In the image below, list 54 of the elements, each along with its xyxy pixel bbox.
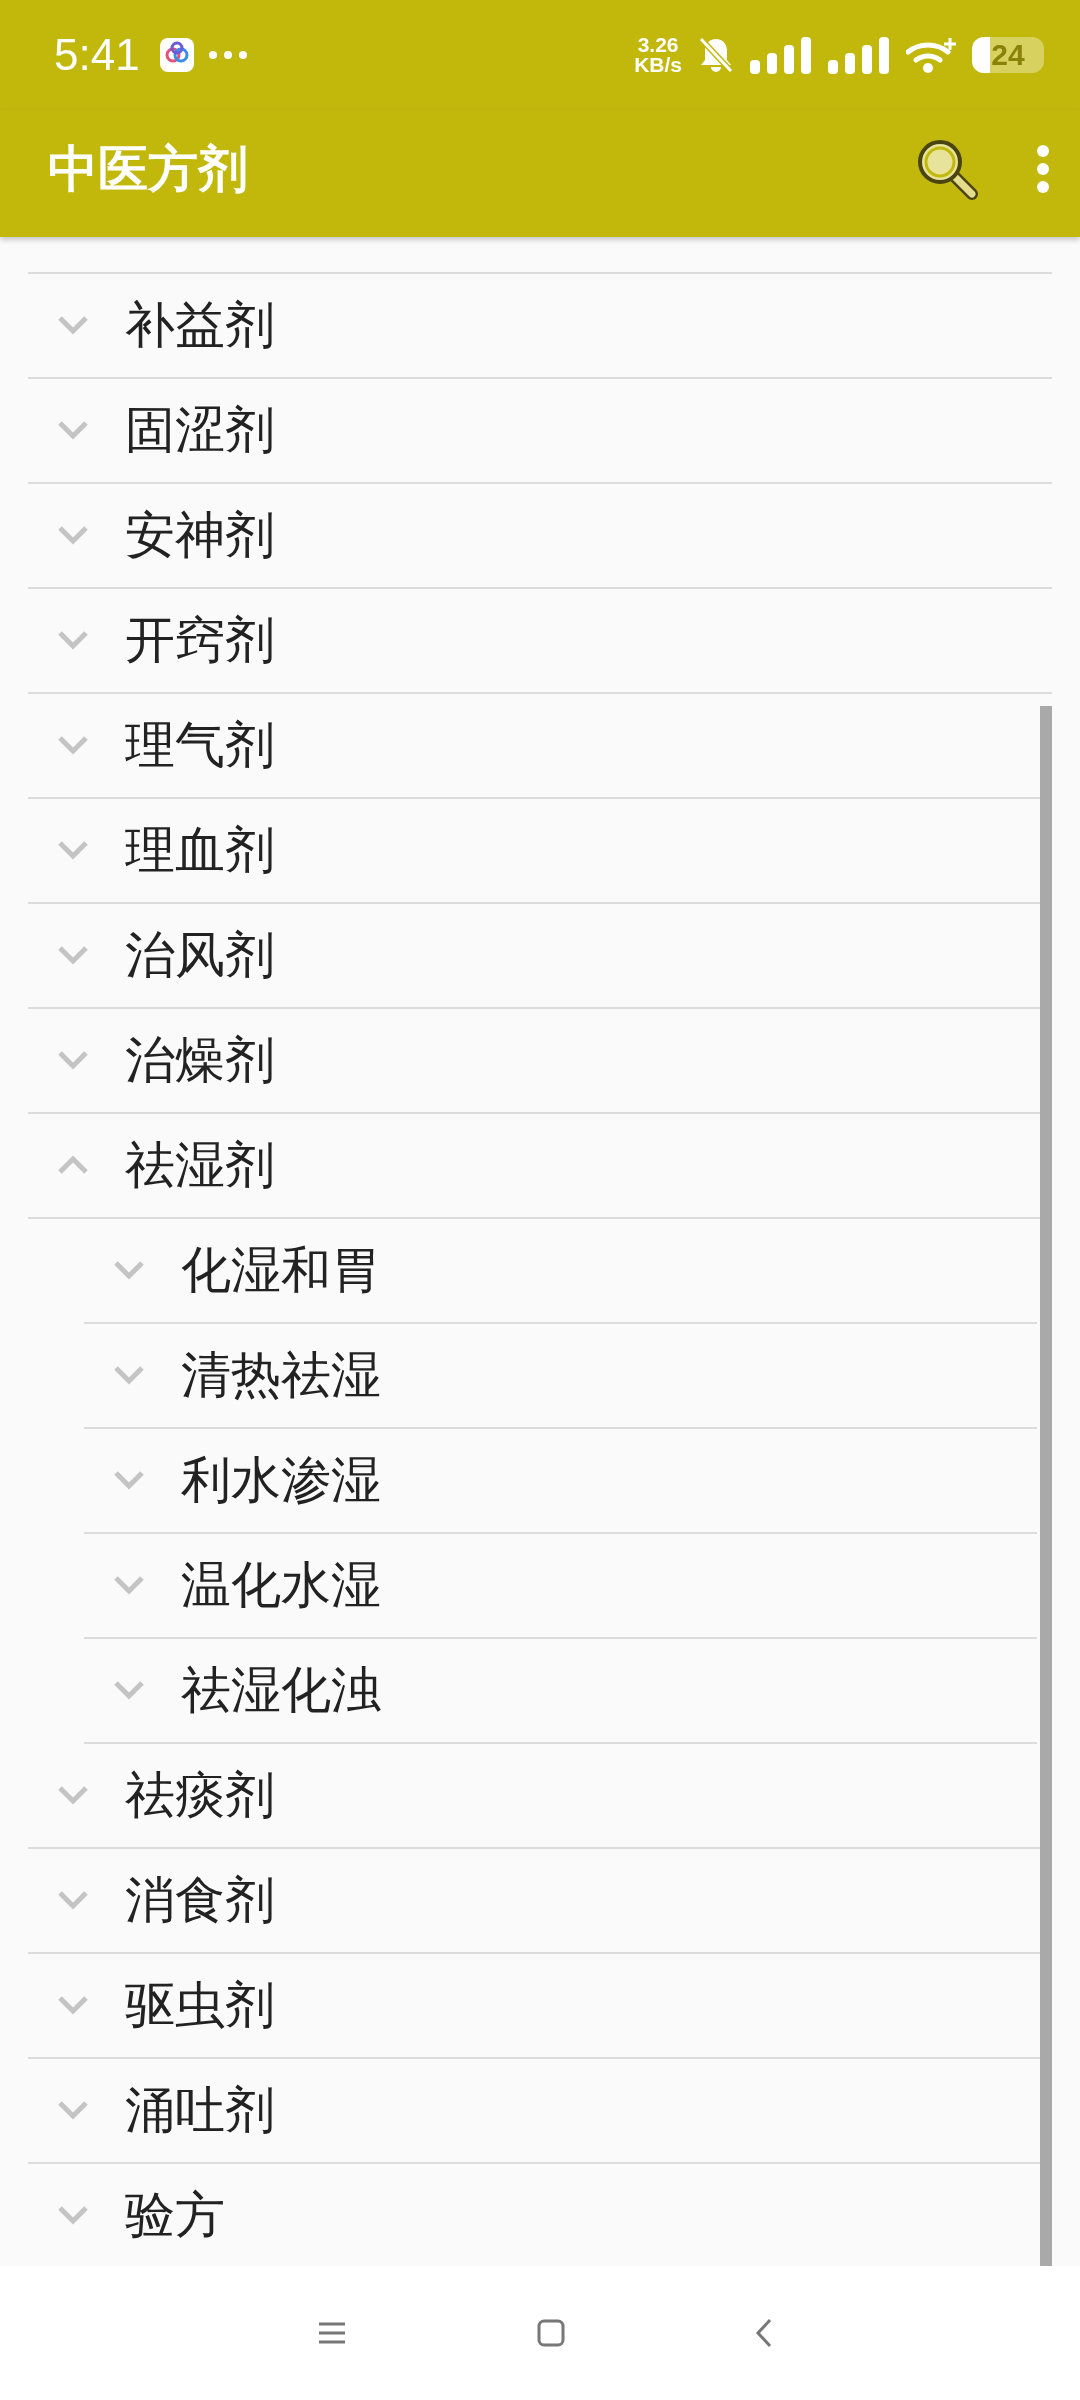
category-label[interactable]: 祛湿剂 bbox=[125, 1131, 275, 1199]
chevron-up-icon[interactable] bbox=[57, 1155, 89, 1176]
subcategory-label[interactable]: 温化水湿 bbox=[181, 1551, 381, 1619]
subcategory-label[interactable]: 利水渗湿 bbox=[181, 1446, 381, 1514]
signal-icon bbox=[828, 35, 890, 74]
chevron-down-icon[interactable] bbox=[57, 2205, 89, 2226]
scrollbar[interactable] bbox=[1040, 705, 1052, 2267]
category-label[interactable]: 安神剂 bbox=[125, 501, 275, 569]
chevron-down-icon[interactable] bbox=[113, 1470, 145, 1491]
clock: 5:41 bbox=[54, 29, 140, 80]
category-label[interactable]: 消食剂 bbox=[125, 1866, 275, 1934]
wifi-icon bbox=[906, 35, 956, 74]
chevron-down-icon[interactable] bbox=[113, 1260, 145, 1281]
chevron-down-icon[interactable] bbox=[113, 1575, 145, 1596]
category-label[interactable]: 开窍剂 bbox=[125, 606, 275, 674]
chevron-down-icon[interactable] bbox=[57, 2100, 89, 2121]
chevron-down-icon[interactable] bbox=[57, 420, 89, 441]
network-speed-unit: KB/s bbox=[634, 54, 682, 75]
app-title: 中医方剂 bbox=[48, 138, 249, 200]
subcategory-label[interactable]: 祛湿化浊 bbox=[181, 1656, 381, 1724]
chevron-down-icon[interactable] bbox=[57, 525, 89, 546]
chevron-down-icon[interactable] bbox=[57, 735, 89, 756]
category-label[interactable]: 治风剂 bbox=[125, 921, 275, 989]
chevron-down-icon[interactable] bbox=[57, 1995, 89, 2016]
more-options-button[interactable] bbox=[1036, 144, 1050, 195]
category-label[interactable]: 治燥剂 bbox=[125, 1026, 275, 1094]
category-label[interactable]: 祛痰剂 bbox=[125, 1761, 275, 1829]
more-notifications-icon bbox=[207, 49, 248, 60]
chevron-down-icon[interactable] bbox=[113, 1680, 145, 1701]
app-notification-icon bbox=[159, 37, 194, 72]
category-label[interactable]: 涌吐剂 bbox=[125, 2076, 275, 2144]
signal-icon bbox=[750, 35, 812, 74]
network-speed: 3.26 bbox=[637, 34, 679, 55]
battery-icon: 24 bbox=[972, 36, 1044, 73]
chevron-down-icon[interactable] bbox=[57, 1785, 89, 1806]
chevron-down-icon[interactable] bbox=[57, 630, 89, 651]
subcategory-label[interactable]: 清热祛湿 bbox=[181, 1341, 381, 1409]
category-label[interactable]: 理气剂 bbox=[125, 711, 275, 779]
chevron-down-icon[interactable] bbox=[113, 1365, 145, 1386]
chevron-down-icon[interactable] bbox=[57, 315, 89, 336]
back-button[interactable] bbox=[755, 2318, 773, 2349]
chevron-down-icon[interactable] bbox=[57, 840, 89, 861]
category-label[interactable]: 固涩剂 bbox=[125, 396, 275, 464]
category-label[interactable]: 补益剂 bbox=[125, 291, 275, 359]
home-button[interactable] bbox=[537, 2319, 565, 2348]
bell-muted-icon bbox=[698, 35, 734, 74]
chevron-down-icon[interactable] bbox=[57, 1050, 89, 1071]
category-label[interactable]: 理血剂 bbox=[125, 816, 275, 884]
chevron-down-icon[interactable] bbox=[57, 945, 89, 966]
category-label[interactable]: 驱虫剂 bbox=[125, 1971, 275, 2039]
chevron-down-icon[interactable] bbox=[57, 1890, 89, 1911]
category-label[interactable]: 验方 bbox=[125, 2181, 225, 2249]
menu-button[interactable] bbox=[317, 2321, 347, 2346]
subcategory-label[interactable]: 化湿和胃 bbox=[181, 1236, 381, 1304]
